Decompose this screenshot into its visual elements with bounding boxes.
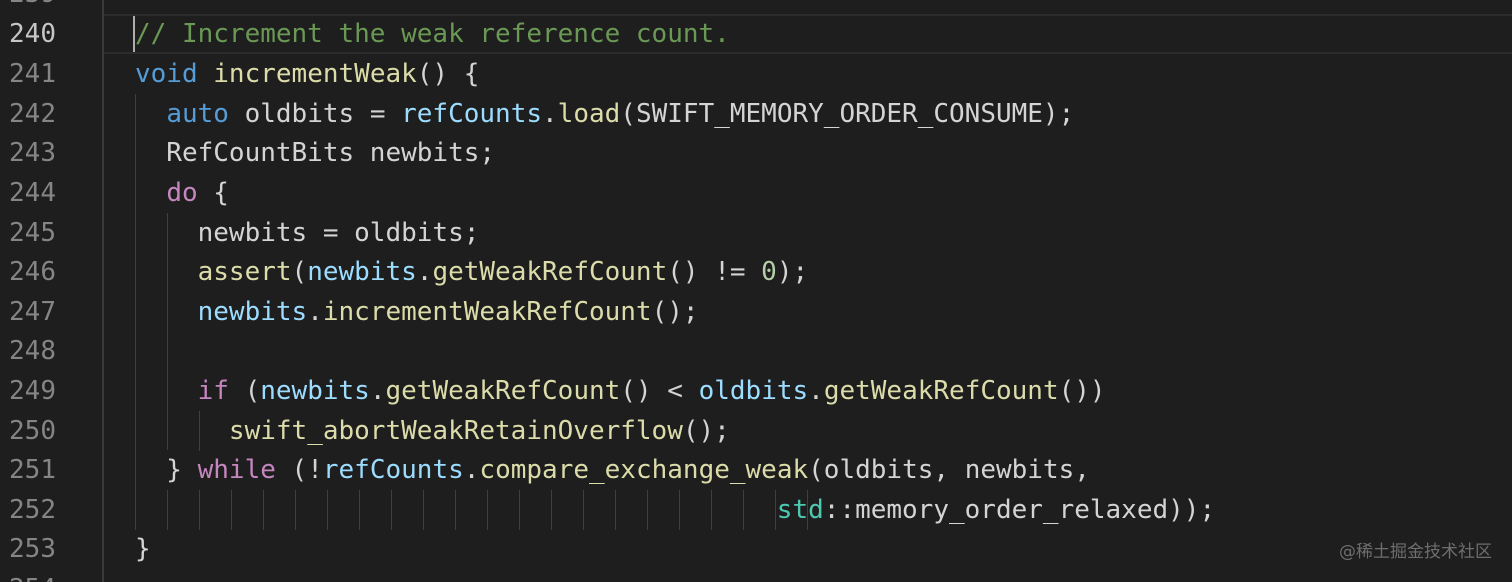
code-token: (); (651, 297, 699, 327)
code-line[interactable]: auto oldbits = refCounts.load(SWIFT_MEMO… (135, 94, 1074, 134)
code-token: () { (416, 59, 480, 89)
code-line[interactable]: std::memory_order_relaxed)); (135, 490, 1215, 530)
code-token: ()) (1058, 376, 1106, 406)
line-number: 241 (9, 59, 56, 89)
code-line[interactable]: RefCountBits newbits; (135, 133, 495, 173)
code-token: 0 (761, 257, 777, 287)
text-cursor (133, 16, 135, 52)
code-token: (oldbits, newbits, (808, 455, 1090, 485)
code-line[interactable]: newbits = oldbits; (135, 213, 480, 253)
code-token: { (197, 178, 229, 208)
code-token: . (542, 99, 558, 129)
code-token: } (135, 455, 198, 485)
code-token: oldbits (698, 376, 809, 406)
line-number: 239 (0, 0, 56, 14)
code-editor[interactable]: 239 240 241 242 243 244 245 246 247 248 … (0, 0, 1512, 582)
line-number: 250 (9, 416, 56, 446)
code-line[interactable]: do { (135, 173, 229, 213)
code-token: (! (275, 455, 323, 485)
code-token: () < (620, 376, 699, 406)
code-token: newbits (307, 257, 417, 287)
code-token: if (197, 376, 229, 406)
code-token: assert (197, 257, 292, 287)
code-token: auto (166, 99, 229, 129)
line-number: 247 (9, 297, 56, 327)
code-token: RefCountBits newbits; (135, 138, 496, 168)
line-number: 245 (9, 218, 56, 248)
code-line[interactable]: } while (!refCounts.compare_exchange_wea… (135, 450, 1090, 490)
code-token: compare_exchange_weak (479, 455, 809, 485)
line-number: 254 (0, 569, 56, 582)
code-token: load (557, 99, 621, 129)
code-token: incrementWeakRefCount (322, 297, 652, 327)
line-number-gutter: 239 240 241 242 243 244 245 246 247 248 … (0, 0, 102, 582)
code-token: // Increment the weak reference count. (135, 19, 730, 49)
line-number: 246 (9, 257, 56, 287)
code-token: } (135, 534, 151, 564)
line-number: 251 (9, 455, 56, 485)
code-line[interactable]: newbits.incrementWeakRefCount(); (135, 292, 699, 332)
line-number: 244 (9, 178, 56, 208)
code-token: std (776, 495, 824, 525)
line-number: 249 (9, 376, 56, 406)
code-token: . (416, 257, 433, 287)
code-token: . (808, 376, 824, 406)
code-token: getWeakRefCount (432, 257, 668, 287)
code-token: . (463, 455, 480, 485)
code-token: . (307, 297, 323, 327)
gutter-divider (102, 0, 104, 582)
code-token: newbits (260, 376, 370, 406)
code-token: ( (291, 257, 308, 287)
code-token: newbits = oldbits; (135, 218, 480, 248)
code-token: getWeakRefCount (823, 376, 1059, 406)
code-token: while (197, 455, 276, 485)
code-token: . (369, 376, 386, 406)
code-token: ::memory_order_relaxed)); (823, 495, 1216, 525)
code-token: newbits (197, 297, 308, 327)
line-number: 243 (9, 138, 56, 168)
code-line[interactable]: if (newbits.getWeakRefCount() < oldbits.… (135, 371, 1106, 411)
code-token: () != (667, 257, 762, 287)
line-number: 252 (9, 495, 56, 525)
code-line[interactable]: // Increment the weak reference count. (135, 14, 730, 54)
code-line[interactable]: assert(newbits.getWeakRefCount() != 0); (135, 252, 809, 292)
code-token: refCounts (401, 99, 543, 129)
code-token: do (166, 178, 198, 208)
code-token: incrementWeak (213, 59, 417, 89)
code-token: (); (682, 416, 730, 446)
code-token: (SWIFT_MEMORY_ORDER_CONSUME); (620, 99, 1075, 129)
code-token: ); (776, 257, 809, 287)
code-token: oldbits = (228, 99, 402, 129)
code-token: ( (228, 376, 261, 406)
line-number-active: 240 (9, 19, 56, 49)
code-token: getWeakRefCount (385, 376, 621, 406)
line-number: 253 (9, 534, 56, 564)
line-number: 248 (9, 336, 56, 366)
watermark: @稀土掘金技术社区 (1339, 542, 1492, 562)
code-line[interactable]: void incrementWeak() { (135, 54, 479, 94)
code-token: swift_abortWeakRetainOverflow (228, 416, 683, 446)
code-token: void (135, 59, 198, 89)
code-line[interactable]: } (135, 529, 151, 569)
line-number: 242 (9, 99, 56, 129)
code-line[interactable]: swift_abortWeakRetainOverflow(); (135, 411, 730, 451)
code-token: refCounts (322, 455, 464, 485)
